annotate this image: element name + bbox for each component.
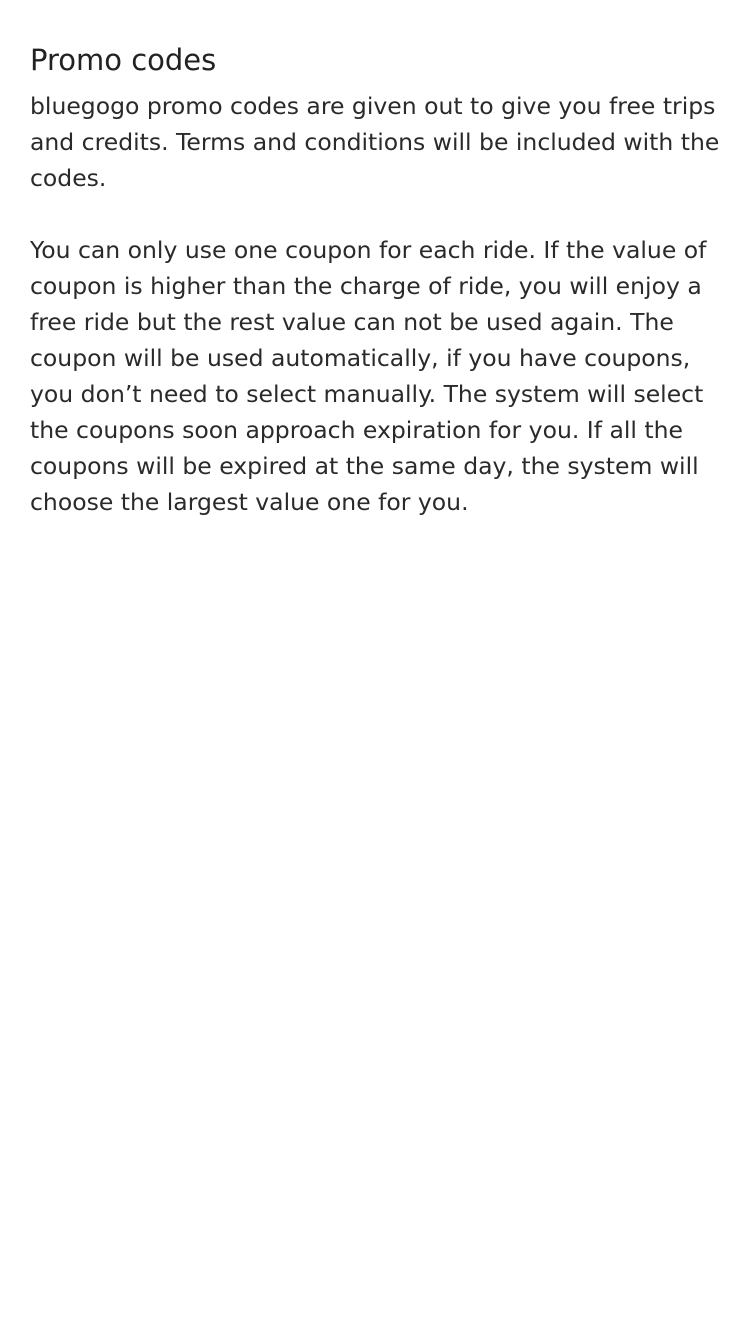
page-title: Promo codes [30, 43, 217, 77]
promo-codes-intro-paragraph: bluegogo promo codes are given out to gi… [30, 92, 720, 192]
promo-codes-page: Promo codes bluegogo promo codes are giv… [0, 0, 750, 1334]
coupon-usage-rules-paragraph: You can only use one coupon for each rid… [30, 236, 707, 516]
